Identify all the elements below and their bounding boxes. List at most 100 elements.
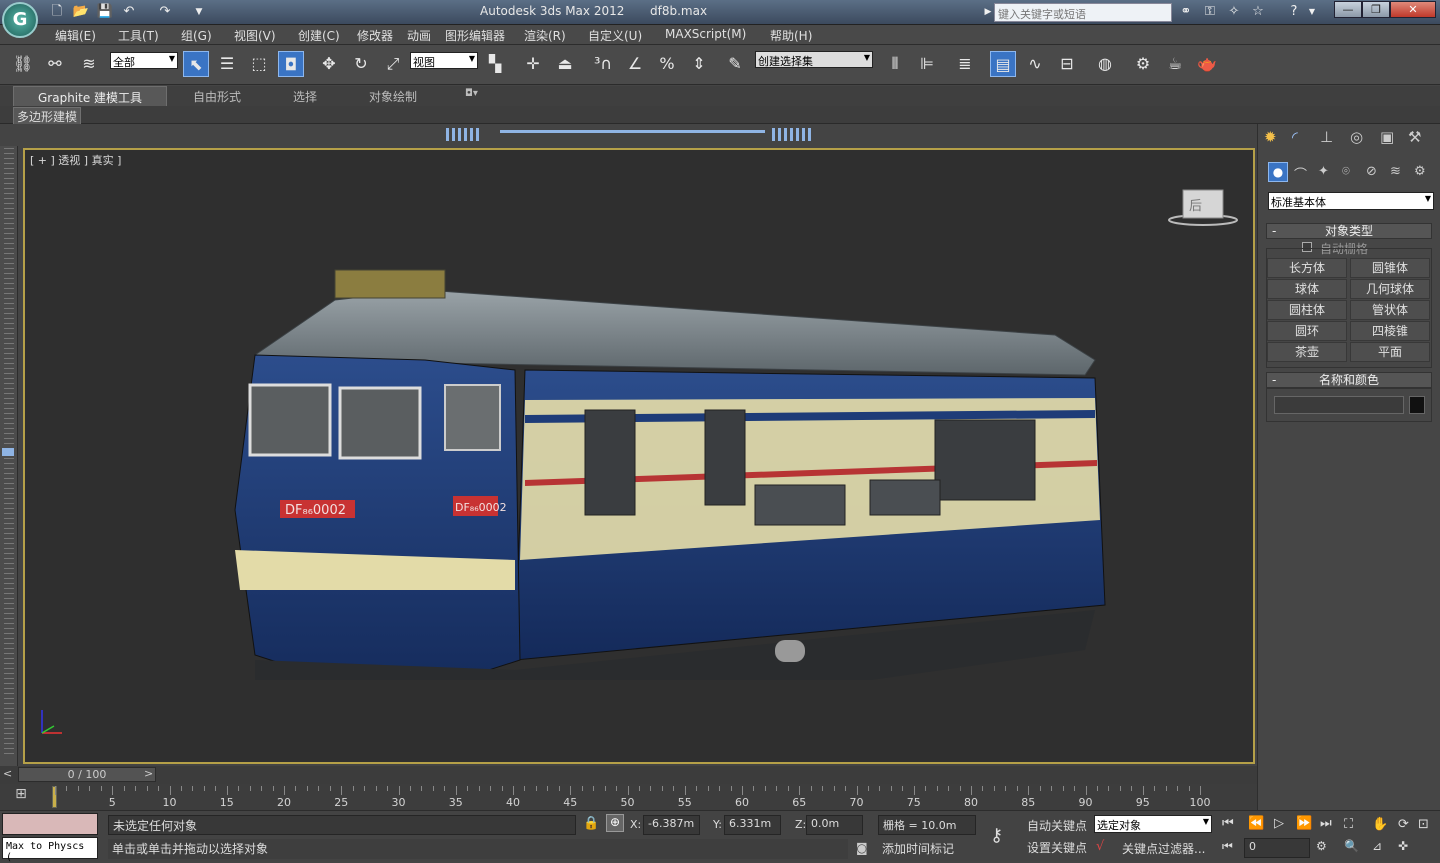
help-dropdown-icon[interactable]: ▼ [1302, 3, 1322, 21]
viewcube-icon[interactable]: 后 [1167, 188, 1239, 228]
display-tab-icon[interactable]: ▣ [1380, 128, 1394, 146]
select-and-rotate-icon[interactable]: ↻ [348, 51, 374, 77]
search-input[interactable]: 键入关键字或短语 [994, 3, 1172, 22]
open-icon[interactable]: 📂 [72, 3, 90, 21]
geometry-category-icon[interactable]: ● [1268, 162, 1288, 182]
set-key-icon[interactable]: ⚷ [990, 825, 1003, 846]
select-object-icon[interactable]: ⬉ [183, 51, 209, 77]
select-and-manipulate-icon[interactable]: ✛ [520, 51, 546, 77]
modify-tab-icon[interactable]: ◜ [1292, 128, 1298, 146]
reference-coordinate-dropdown[interactable]: 视图 ▼ [410, 52, 478, 69]
redo-icon[interactable]: ↷ [156, 3, 174, 21]
time-slider[interactable]: 0 / 100 [18, 767, 156, 782]
render-production-icon[interactable]: 🫖 [1194, 51, 1220, 77]
render-setup-icon[interactable]: ⚙ [1130, 51, 1156, 77]
menu-group[interactable]: 组(G) [181, 27, 212, 44]
key-mode-dropdown[interactable]: 选定对象 ▼ [1094, 815, 1212, 833]
pyramid-button[interactable]: 四棱锥 [1350, 321, 1430, 341]
viewport-layout-tab-left[interactable] [446, 128, 482, 141]
key-filters-button[interactable]: 关键点过滤器... [1122, 840, 1205, 857]
set-key-button[interactable]: 设置关键点 [1027, 839, 1087, 856]
time-slider-prev[interactable]: < [3, 767, 12, 780]
menu-tools[interactable]: 工具(T) [118, 27, 159, 44]
lights-category-icon[interactable]: ✦ [1318, 164, 1329, 179]
helpers-category-icon[interactable]: ⊘ [1366, 164, 1377, 179]
selection-filter-dropdown[interactable]: 全部 ▼ [110, 52, 178, 69]
percent-snap-icon[interactable]: % [654, 51, 680, 77]
add-time-tag[interactable]: 添加时间标记 [878, 839, 976, 859]
go-to-end-icon[interactable]: ⏭ [1320, 816, 1332, 831]
absolute-mode-icon[interactable]: ⊕ [606, 814, 624, 832]
window-crossing-icon[interactable]: ◘ [278, 51, 304, 77]
shapes-category-icon[interactable]: ⌒ [1294, 164, 1307, 183]
create-tab-icon[interactable]: ✹ [1264, 128, 1277, 146]
name-and-color-rollout[interactable]: - 名称和颜色 [1266, 372, 1432, 388]
box-button[interactable]: 长方体 [1267, 258, 1347, 278]
favorites-star-icon[interactable]: ☆ [1248, 3, 1268, 21]
tab-freeform[interactable]: 自由形式 [193, 88, 241, 105]
rectangular-selection-icon[interactable]: ⬚ [246, 51, 272, 77]
menu-views[interactable]: 视图(V) [234, 27, 276, 44]
undo-icon[interactable]: ↶ [120, 3, 138, 21]
ribbon-options-icon[interactable]: ◘▾ [465, 88, 478, 99]
binoculars-icon[interactable]: ⚭ [1176, 3, 1196, 21]
layer-manager-icon[interactable]: ≣ [952, 51, 978, 77]
app-logo-button[interactable]: G [2, 2, 38, 38]
named-selection-dropdown[interactable]: 创建选择集 ▼ [755, 51, 873, 68]
y-coordinate-field[interactable]: 6.331m [724, 815, 781, 835]
menu-customize[interactable]: 自定义(U) [588, 27, 642, 44]
viewport-layout-strip[interactable] [0, 146, 18, 766]
qat-dropdown-icon[interactable]: ▼ [190, 3, 208, 21]
curve-editor-icon[interactable]: ∿ [1022, 51, 1048, 77]
motion-tab-icon[interactable]: ◎ [1350, 128, 1363, 146]
viewport-label[interactable]: [ + ] 透视 ] 真实 ] [30, 152, 121, 168]
go-to-start-icon[interactable]: ⏮ [1222, 816, 1234, 831]
align-icon[interactable]: ⊫ [914, 51, 940, 77]
cylinder-button[interactable]: 圆柱体 [1267, 300, 1347, 320]
rendered-frame-window-icon[interactable]: ☕ [1162, 51, 1188, 77]
bind-to-space-warp-icon[interactable]: ≋ [76, 51, 102, 77]
utilities-tab-icon[interactable]: ⚒ [1408, 128, 1421, 146]
tab-object-paint[interactable]: 对象绘制 [369, 88, 417, 105]
time-tag-icon[interactable]: ◙ [856, 841, 868, 855]
auto-key-button[interactable]: 自动关键点 [1027, 817, 1087, 834]
orbit-icon[interactable]: ⟳ [1398, 817, 1409, 832]
new-icon[interactable]: 🗋 [48, 3, 66, 21]
previous-frame-icon[interactable]: ⏪ [1248, 816, 1264, 831]
pivot-center-icon[interactable]: ▚ [482, 51, 508, 77]
next-frame-icon[interactable]: ⏩ [1296, 816, 1312, 831]
cameras-category-icon[interactable]: ⌾ [1342, 164, 1350, 179]
mirror-icon[interactable]: ⫴ [882, 51, 908, 77]
object-name-input[interactable] [1274, 396, 1404, 414]
viewport-layout-tab-right[interactable] [772, 128, 812, 141]
time-slider-next[interactable]: > [144, 767, 153, 780]
help-icon[interactable]: ? [1284, 3, 1304, 21]
autogrid-checkbox[interactable] [1302, 242, 1312, 252]
plane-button[interactable]: 平面 [1350, 342, 1430, 362]
tube-button[interactable]: 管状体 [1350, 300, 1430, 320]
cone-button[interactable]: 圆锥体 [1350, 258, 1430, 278]
unlink-icon[interactable]: ⚯ [42, 51, 68, 77]
menu-maxscript[interactable]: MAXScript(M) [665, 27, 746, 41]
z-coordinate-field[interactable]: 0.0m [806, 815, 863, 835]
systems-category-icon[interactable]: ⚙ [1414, 164, 1426, 179]
teapot-button[interactable]: 茶壶 [1267, 342, 1347, 362]
viewport-layout-slider[interactable] [500, 130, 765, 133]
object-color-swatch[interactable] [1409, 396, 1425, 414]
zoom-icon[interactable]: 🔍 [1344, 839, 1359, 853]
walk-through-icon[interactable]: ✜ [1398, 839, 1408, 853]
pan-view-icon[interactable]: ✋ [1372, 817, 1388, 832]
select-by-name-icon[interactable]: ☰ [214, 51, 240, 77]
maxscript-listener[interactable]: Max to Physcs ( [2, 837, 98, 863]
select-and-link-icon[interactable]: ⛓ [10, 51, 36, 77]
restore-button[interactable]: ❐ [1362, 1, 1390, 18]
menu-graph-editors[interactable]: 图形编辑器 [445, 27, 505, 44]
listener-top[interactable] [2, 813, 98, 835]
material-editor-icon[interactable]: ◍ [1092, 51, 1118, 77]
x-coordinate-field[interactable]: -6.387m [643, 815, 700, 835]
object-type-rollout[interactable]: - 对象类型 [1266, 223, 1432, 239]
perspective-viewport[interactable]: [ + ] 透视 ] 真实 ] 后 DF₈₆0002 DF₈₆0002 [23, 148, 1255, 764]
close-button[interactable]: ✕ [1390, 1, 1436, 18]
locomotive-model[interactable]: DF₈₆0002 DF₈₆0002 [215, 260, 1115, 680]
menu-create[interactable]: 创建(C) [298, 27, 340, 44]
